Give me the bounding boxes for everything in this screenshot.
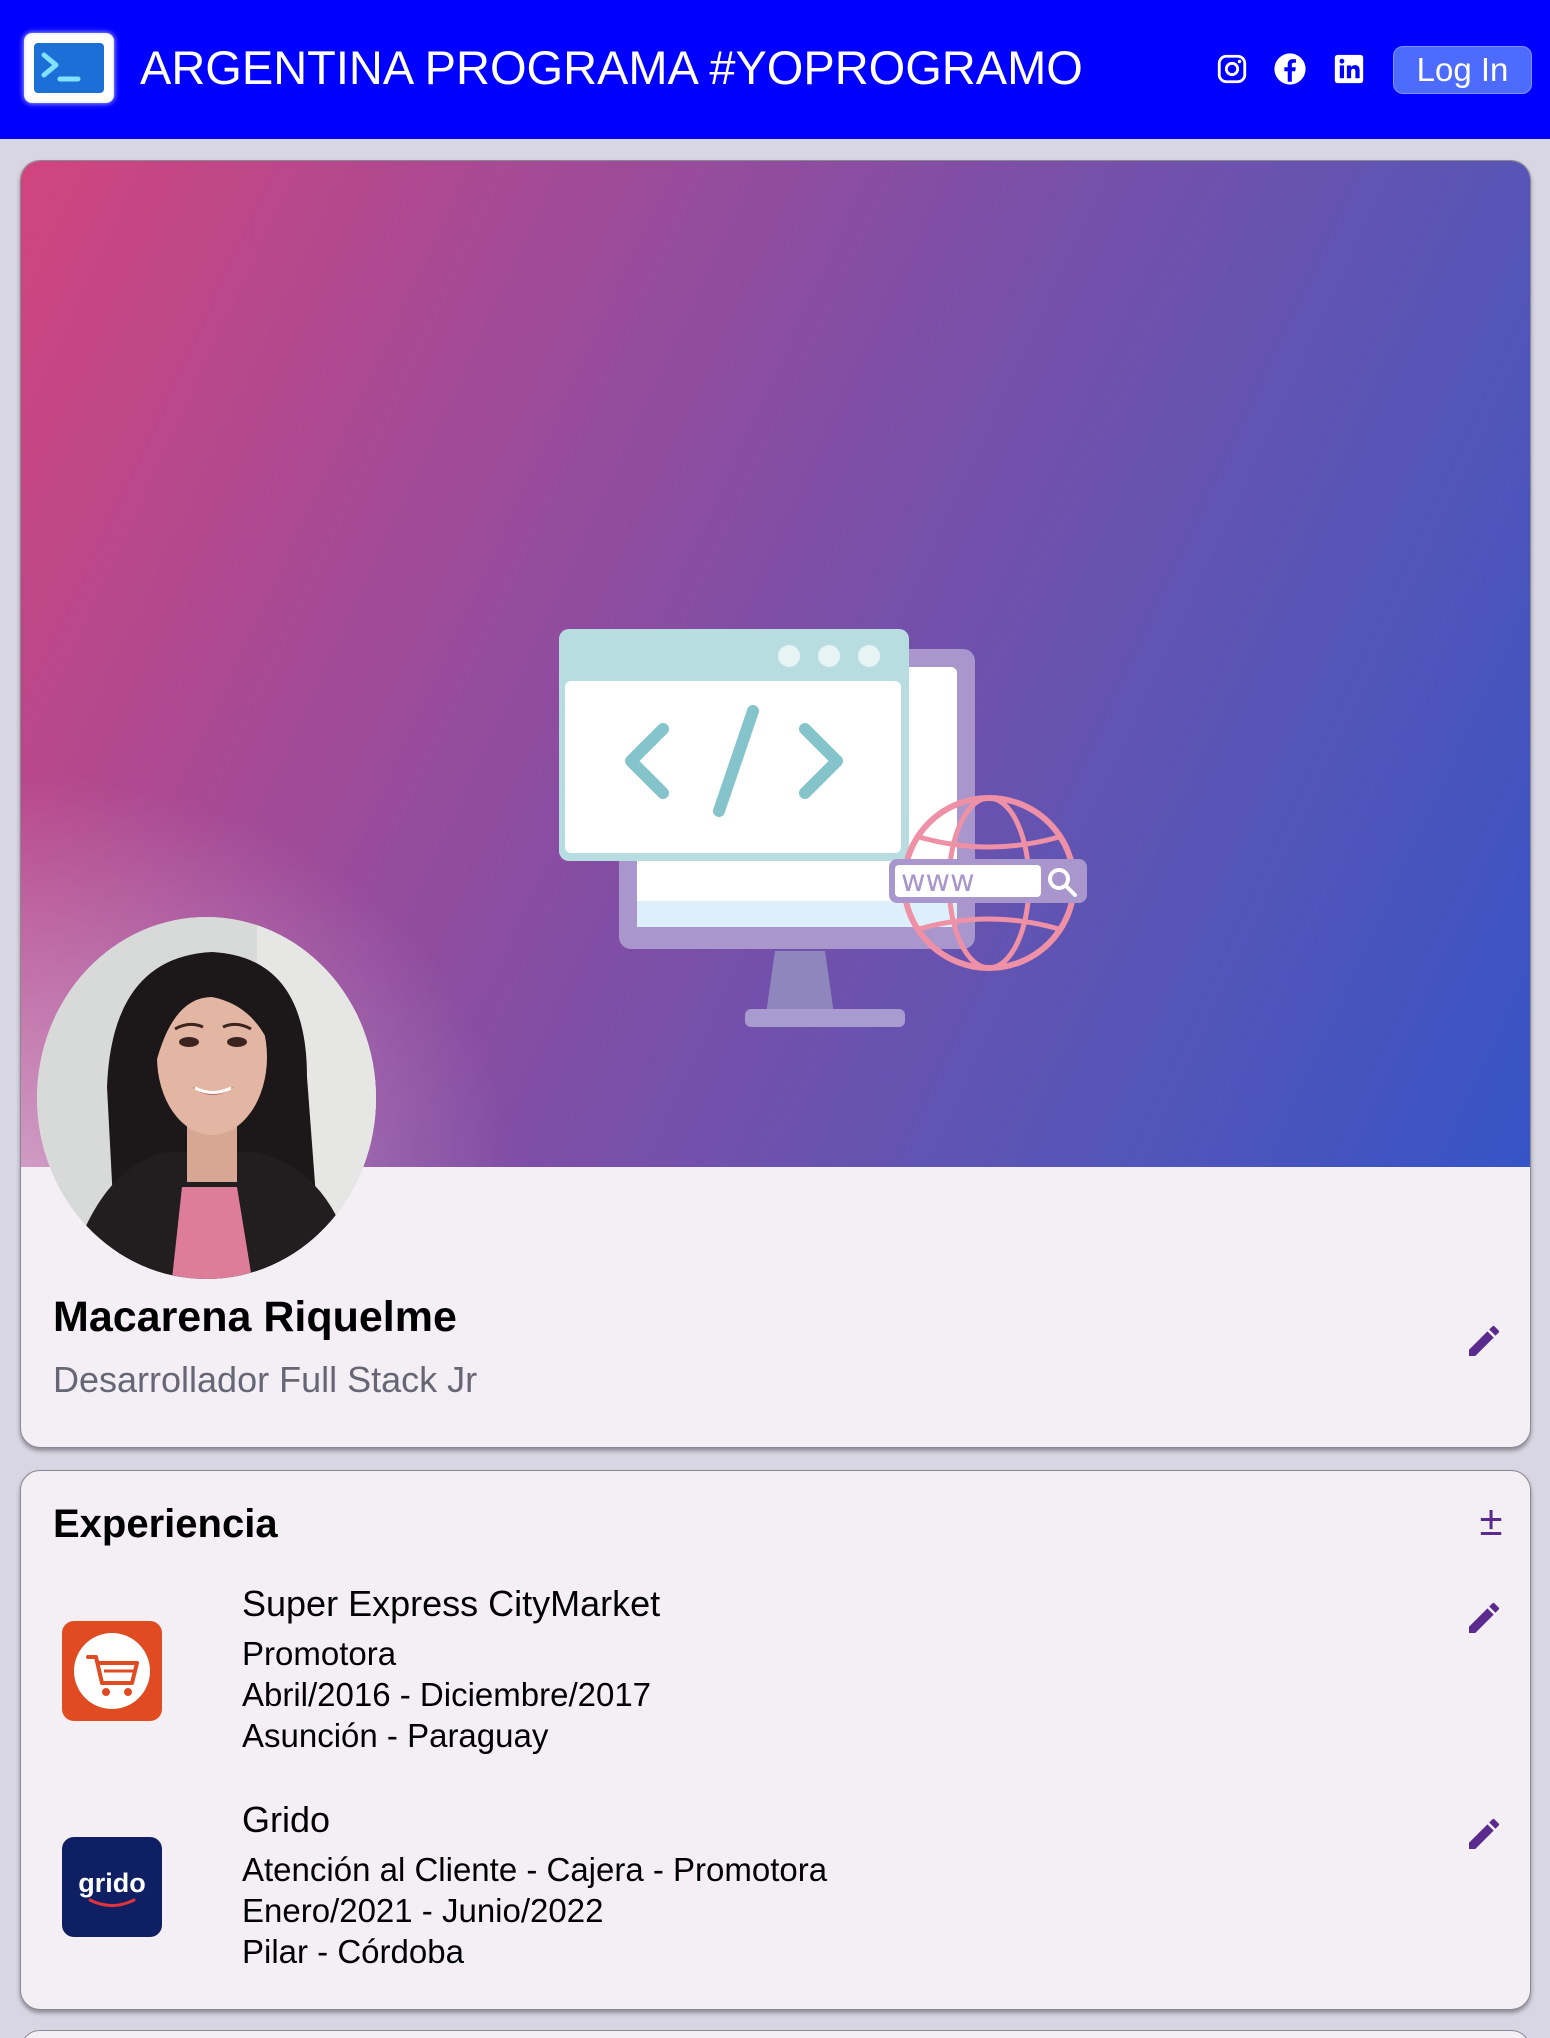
profile-card: www Macarena Riquelme Desarrollador Full… [20, 160, 1531, 1448]
experience-item: grido Grido Atención al Cliente - Cajera… [21, 1798, 1530, 1998]
edit-profile-button[interactable] [1464, 1321, 1504, 1361]
citymarket-logo [62, 1621, 162, 1721]
pencil-icon [1469, 1818, 1500, 1849]
experience-position: Atención al Cliente - Cajera - Promotora [242, 1851, 828, 1888]
experience-item: Super Express CityMarket Promotora Abril… [21, 1582, 1530, 1782]
experience-card: Experiencia ± Super Express CityMarket P… [20, 1470, 1531, 2010]
experience-title: Experiencia [53, 1502, 278, 1546]
facebook-icon[interactable] [1273, 52, 1307, 86]
profile-role: Desarrollador Full Stack Jr [53, 1359, 478, 1400]
next-section-card [20, 2030, 1531, 2038]
experience-company: Super Express CityMarket [242, 1583, 661, 1624]
site-title[interactable]: ARGENTINA PROGRAMA #YOPROGRAMO [140, 40, 1083, 96]
edit-experience-button[interactable] [1464, 1814, 1504, 1854]
edit-experience-button[interactable] [1464, 1598, 1504, 1638]
terminal-logo-icon[interactable] [24, 33, 114, 103]
experience-position: Promotora [242, 1635, 397, 1672]
experience-company: Grido [242, 1799, 331, 1840]
top-navbar: ARGENTINA PROGRAMA #YOPROGRAMO Log In [0, 0, 1550, 139]
experience-location: Asunción - Paraguay [242, 1717, 549, 1754]
instagram-icon[interactable] [1215, 52, 1249, 86]
pencil-icon [1469, 1325, 1500, 1356]
profile-avatar [37, 917, 376, 1279]
experience-location: Pilar - Córdoba [242, 1933, 464, 1970]
linkedin-icon[interactable] [1332, 52, 1366, 86]
web-development-illustration: www [539, 461, 1099, 1046]
experience-period: Abril/2016 - Diciembre/2017 [242, 1676, 652, 1713]
experience-period: Enero/2021 - Junio/2022 [242, 1892, 604, 1929]
login-button[interactable]: Log In [1393, 46, 1532, 94]
profile-name: Macarena Riquelme [53, 1293, 457, 1341]
pencil-icon [1469, 1602, 1500, 1633]
grido-logo-text: grido [78, 1868, 146, 1898]
www-text: www [901, 864, 975, 899]
add-experience-button[interactable]: ± [1473, 1500, 1509, 1542]
grido-logo: grido [62, 1837, 162, 1937]
